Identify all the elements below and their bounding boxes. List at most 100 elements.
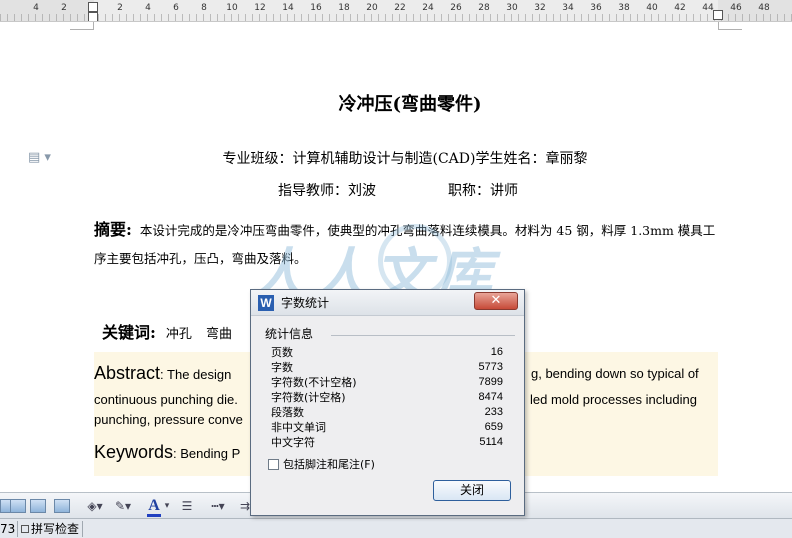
ruler-number: 2 (117, 3, 123, 13)
ruler-number: 4 (33, 3, 39, 13)
stat-value: 233 (484, 406, 503, 418)
stat-value: 5773 (478, 361, 503, 373)
stat-row: 页数 16 (271, 345, 503, 360)
stat-row: 字符数(计空格) 8474 (271, 390, 503, 405)
horizontal-ruler[interactable]: 4 2 2 4 6 8 10 12 14 16 18 20 22 24 26 28 30 32 34 36 38 40 42… (0, 0, 792, 22)
stat-label: 段落数 (271, 406, 304, 419)
abstract-cn-text: 本设计完成的是冷冲压弯曲零件，使典型的冲孔弯曲落料连续模具。材料为 45 钢，料… (94, 223, 716, 266)
insert-clipart-icon[interactable] (30, 499, 46, 513)
stat-label: 非中文单词 (271, 421, 326, 434)
ruler-number: 2 (61, 3, 67, 13)
status-separator (82, 521, 83, 537)
right-indent-marker[interactable] (713, 10, 723, 20)
statistics-list: 页数 16 字数 5773 字符数(不计空格) 7899 字符数(计空格) 8474 段落数 23… (271, 345, 503, 450)
insert-object-icon[interactable] (54, 499, 70, 513)
left-indent-marker[interactable] (88, 2, 98, 12)
ruler-number: 40 (646, 3, 658, 13)
status-bar: 73 拼写检查 (0, 518, 792, 538)
ruler-number: 6 (173, 3, 179, 13)
stat-value: 7899 (478, 376, 503, 388)
spellcheck-label: 拼写检查 (31, 522, 80, 536)
ruler-number: 38 (618, 3, 630, 13)
ruler-number: 46 (730, 3, 742, 13)
ruler-number: 14 (282, 3, 294, 13)
stat-value: 8474 (478, 391, 503, 403)
keyword-cn: 冲孔 (165, 327, 192, 342)
keywords-en: Keywords: Bending P (94, 442, 240, 463)
ruler-number: 26 (450, 3, 462, 13)
document-page-icon[interactable]: ▤ ▾ (28, 150, 51, 165)
abstract-cn-heading: 摘要: (94, 220, 132, 239)
stat-row: 中文字符 5114 (271, 435, 503, 450)
font-color-icon[interactable]: A (146, 497, 162, 517)
teacher-name: 指导教师：刘波 (278, 183, 376, 199)
wps-logo-icon: W (258, 295, 274, 311)
class-and-student-line: 专业班级：计算机辅助设计与制造(CAD)学生姓名：章丽黎 (222, 151, 588, 167)
abstract-en-text: continuous punching die. (94, 392, 238, 407)
ruler-number: 34 (562, 3, 574, 13)
abstract-en-text: g, bending down so typical of (531, 366, 699, 381)
abstract-en-text: led mold processes including (530, 392, 697, 407)
close-button[interactable]: 关闭 (433, 480, 511, 501)
stat-row: 段落数 233 (271, 405, 503, 420)
ruler-number: 12 (254, 3, 266, 13)
ruler-number: 18 (338, 3, 350, 13)
ruler-number: 32 (534, 3, 546, 13)
ruler-ticks (0, 14, 792, 21)
stat-label: 字符数(不计空格) (271, 376, 357, 389)
ruler-number: 4 (145, 3, 151, 13)
teacher-line: 指导教师：刘波 职称：讲师 (278, 180, 518, 200)
ruler-number: 30 (506, 3, 518, 13)
keywords-cn-heading: 关键词: (102, 323, 156, 342)
word-count-dialog: W 字数统计 ✕ 统计信息 页数 16 字数 5773 字符数(不计空格) 7899 字符数… (250, 289, 525, 516)
abstract-en-heading: Abstract (94, 363, 161, 383)
dialog-title: 字数统计 (281, 296, 330, 310)
dialog-close-icon[interactable]: ✕ (474, 292, 518, 310)
statistics-group: 统计信息 页数 16 字数 5773 字符数(不计空格) 7899 字符数(计空格) 8474… (261, 326, 515, 450)
ruler-number: 36 (590, 3, 602, 13)
spellcheck-toggle[interactable]: 拼写检查 (21, 521, 79, 537)
keywords-en-text: : Bending P (173, 446, 241, 461)
ruler-number: 48 (758, 3, 770, 13)
keywords-en-heading: Keywords (94, 442, 174, 462)
ruler-number: 16 (310, 3, 322, 13)
line-color-icon[interactable]: ✎▾ (112, 497, 134, 515)
ruler-number: 24 (422, 3, 434, 13)
dash-style-icon[interactable]: ┅▾ (208, 497, 228, 515)
checkbox-label: 包括脚注和尾注(F) (283, 458, 375, 471)
stat-label: 中文字符 (271, 436, 315, 449)
stat-value: 659 (484, 421, 503, 433)
abstract-en-text: : The design (160, 367, 232, 382)
fill-color-icon[interactable]: ◈▾ (84, 497, 106, 515)
stat-label: 页数 (271, 346, 293, 359)
stat-value: 5114 (479, 436, 503, 448)
font-color-dropdown-icon[interactable]: ▾ (162, 497, 172, 515)
keywords-cn: 关键词: 冲孔 弯曲 (102, 319, 246, 343)
dialog-titlebar[interactable]: W 字数统计 ✕ (251, 290, 524, 316)
statistics-group-label: 统计信息 (265, 327, 314, 341)
document-title: 冷冲压(弯曲零件) (338, 94, 482, 115)
group-divider (331, 335, 515, 336)
line-style-icon[interactable]: ☰ (178, 497, 196, 515)
stat-label: 字符数(计空格) (271, 391, 346, 404)
stat-label: 字数 (271, 361, 293, 374)
abstract-en-text: punching, pressure conve (94, 412, 243, 427)
ruler-number: 22 (394, 3, 406, 13)
keyword-cn: 弯曲 (205, 327, 232, 342)
stat-row: 非中文单词 659 (271, 420, 503, 435)
teacher-rank: 职称：讲师 (448, 183, 518, 199)
ruler-number: 28 (478, 3, 490, 13)
abstract-cn: 摘要: 本设计完成的是冷冲压弯曲零件，使典型的冲孔弯曲落料连续模具。材料为 45 … (94, 216, 724, 273)
stat-value: 16 (490, 346, 503, 358)
stat-row: 字符数(不计空格) 7899 (271, 375, 503, 390)
checkbox-box[interactable] (268, 459, 279, 470)
left-indent-marker-bottom[interactable] (88, 12, 98, 21)
insert-image-icon[interactable] (10, 499, 26, 513)
ruler-number: 8 (201, 3, 207, 13)
ruler-number: 10 (226, 3, 238, 13)
page-corner-mark (70, 22, 94, 30)
include-footnotes-checkbox[interactable]: 包括脚注和尾注(F) (268, 458, 375, 472)
spellcheck-checkbox-icon (21, 525, 29, 533)
status-word-count[interactable]: 73 (0, 521, 15, 537)
status-separator (17, 521, 18, 537)
